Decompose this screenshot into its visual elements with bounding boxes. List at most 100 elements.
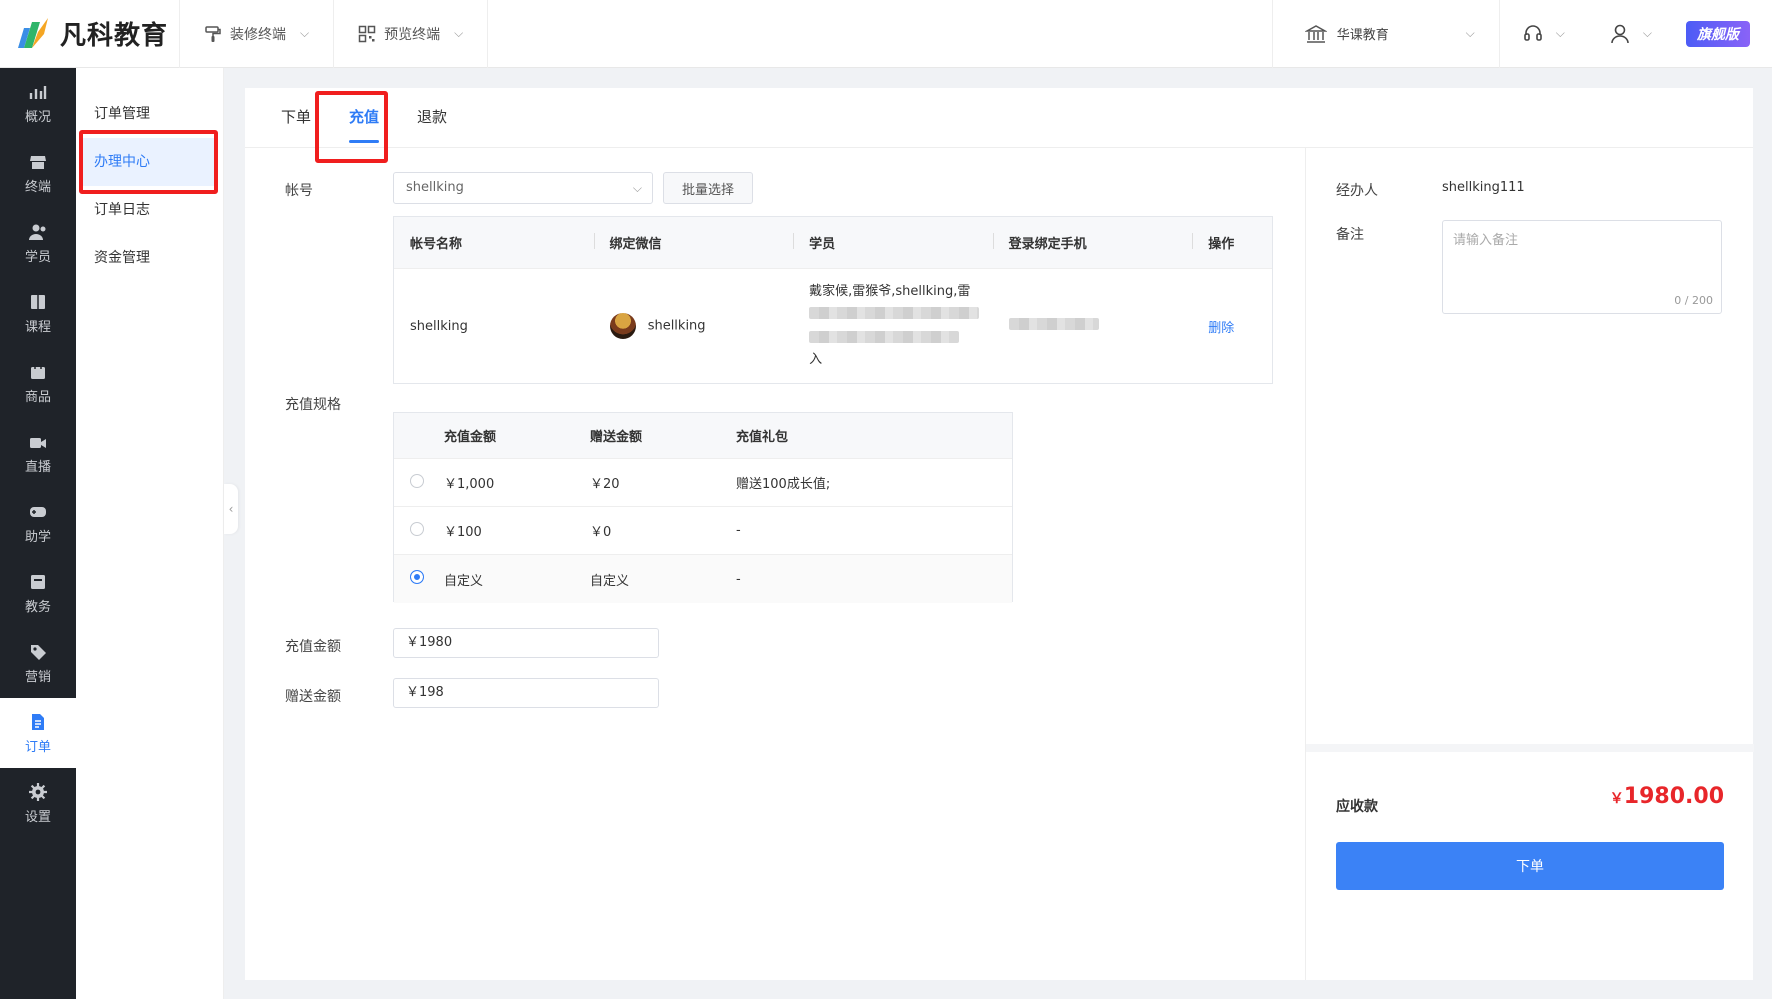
- decorate-terminal-label: 装修终端: [230, 26, 286, 43]
- tab-place-order[interactable]: 下单: [269, 87, 323, 147]
- subnav-item-handling-center[interactable]: 办理中心: [80, 138, 217, 186]
- redacted-blur: [809, 330, 993, 350]
- amount-due-number: 1980.00: [1623, 784, 1724, 809]
- chevron-down-icon: ⌵: [632, 181, 642, 195]
- qrcode-icon: [358, 25, 376, 42]
- nav-label: 终端: [24, 179, 51, 195]
- nav-item-goods[interactable]: 商品: [0, 348, 76, 418]
- nav-item-live[interactable]: 直播: [0, 418, 76, 488]
- amount-cell: ￥100: [444, 525, 482, 540]
- radio-cell: [394, 473, 444, 492]
- recharge-spec-table: 充值金额 赠送金额 充值礼包 ￥1,000 ￥20 赠送100成长值; ￥100…: [393, 412, 1013, 603]
- column-header: 充值金额: [444, 430, 497, 445]
- nav-label: 教务: [24, 599, 51, 615]
- store-icon: [30, 155, 46, 169]
- nav-item-courses[interactable]: 课程: [0, 278, 76, 348]
- amount-cell: ￥1,000: [444, 477, 495, 492]
- nav-label: 订单: [24, 739, 51, 755]
- gift-amount-input[interactable]: ￥198: [393, 678, 659, 708]
- amount-due-label: 应收款: [1336, 799, 1378, 815]
- sub-nav: 订单管理 办理中心 订单日志 资金管理: [76, 68, 224, 999]
- remark-label: 备注: [1336, 227, 1364, 243]
- column-header: 充值礼包: [736, 430, 789, 445]
- chevron-down-icon: ⌵: [1465, 26, 1475, 40]
- preview-terminal-label: 预览终端: [384, 26, 441, 43]
- org-switcher[interactable]: 华课教育 ⌵: [1271, 0, 1500, 68]
- brand-logo[interactable]: 凡科教育: [0, 0, 180, 68]
- batch-select-button[interactable]: 批量选择: [663, 172, 753, 204]
- nav-label: 课程: [24, 319, 51, 335]
- recharge-amount-input[interactable]: ￥1980: [393, 628, 659, 658]
- order-summary-panel: 经办人 shellking111 备注 请输入备注 0 / 200 应收款 ￥1…: [1305, 148, 1754, 980]
- column-header: 操作: [1192, 233, 1272, 252]
- delete-link-label: 删除: [1208, 320, 1235, 336]
- tab-recharge[interactable]: 充值: [337, 87, 391, 147]
- table-header: 充值金额 赠送金额 充值礼包: [394, 413, 1012, 459]
- delete-link[interactable]: 删除: [1192, 317, 1272, 336]
- user-menu-button[interactable]: ⌵: [1587, 0, 1674, 68]
- nav-label: 直播: [24, 459, 51, 475]
- nav-item-terminal[interactable]: 终端: [0, 138, 76, 208]
- remark-textarea[interactable]: 请输入备注 0 / 200: [1442, 220, 1722, 314]
- handler-label: 经办人: [1336, 183, 1378, 199]
- avatar: [609, 313, 636, 339]
- account-table: 帐号名称 绑定微信 学员 登录绑定手机 操作 shellking shellki…: [393, 216, 1273, 384]
- nav-item-marketing[interactable]: 营销: [0, 628, 76, 698]
- document-icon: [32, 713, 44, 730]
- wechat-name: shellking: [647, 318, 706, 334]
- gift-amount-label: 赠送金额: [285, 689, 341, 705]
- main-nav: 概况 终端 学员 课程 商品 直播 助学 教务 营销 订单 设置: [0, 68, 76, 999]
- customer-service-button[interactable]: ⌵: [1500, 0, 1587, 68]
- paint-roller-icon: [205, 25, 221, 42]
- column-header: 登录绑定手机: [992, 233, 1193, 252]
- column-header: 学员: [793, 233, 993, 252]
- chevron-down-icon: ⌵: [454, 26, 464, 40]
- nav-item-academic[interactable]: 教务: [0, 558, 76, 628]
- spec-row-custom[interactable]: 自定义 自定义 -: [394, 555, 1012, 603]
- account-select-value: shellking: [406, 180, 464, 195]
- chevron-down-icon: ⌵: [1642, 26, 1652, 40]
- collapse-sidebar-handle[interactable]: ‹: [224, 484, 238, 534]
- nav-item-students[interactable]: 学员: [0, 208, 76, 278]
- main-panel: 下单 充值 退款 帐号 shellking ⌵ 批量选择 帐号名称 绑定微信 学…: [245, 87, 1754, 980]
- nav-label: 商品: [24, 389, 51, 405]
- students-text: 戴家候,雷猴爷,shellking,雷: [809, 284, 971, 299]
- user-icon: [1611, 24, 1629, 43]
- chevron-down-icon: ⌵: [300, 26, 310, 40]
- nav-label: 助学: [24, 529, 51, 545]
- radio-button[interactable]: [410, 473, 424, 488]
- calendar-icon: [31, 574, 45, 589]
- remark-char-count: 0 / 200: [1674, 294, 1713, 307]
- radio-button[interactable]: [410, 521, 424, 536]
- subnav-item-order-log[interactable]: 订单日志: [76, 186, 223, 234]
- decorate-terminal-menu[interactable]: 装修终端 ⌵: [180, 0, 335, 68]
- book-icon: [31, 294, 45, 309]
- nav-label: 学员: [24, 249, 51, 265]
- account-name-cell: shellking: [410, 318, 468, 334]
- bag-icon: [31, 361, 45, 379]
- order-footer: 应收款 ￥1980.00 下单: [1306, 744, 1754, 980]
- tag-icon: [31, 644, 46, 660]
- nav-item-overview[interactable]: 概况: [0, 68, 76, 138]
- spec-row-1000[interactable]: ￥1,000 ￥20 赠送100成长值;: [394, 459, 1012, 507]
- radio-button-selected[interactable]: [410, 570, 424, 584]
- submit-order-button[interactable]: 下单: [1336, 842, 1724, 890]
- students-text-end: 入: [809, 352, 823, 367]
- spec-row-100[interactable]: ￥100 ￥0 -: [394, 507, 1012, 555]
- students-icon: [29, 224, 46, 240]
- currency-symbol: ￥: [1609, 791, 1624, 807]
- preview-terminal-menu[interactable]: 预览终端 ⌵: [334, 0, 489, 68]
- chevron-left-icon: ‹: [228, 502, 234, 516]
- chevron-down-icon: ⌵: [1555, 26, 1565, 40]
- nav-item-assist[interactable]: 助学: [0, 488, 76, 558]
- subnav-item-fund-management[interactable]: 资金管理: [76, 234, 223, 282]
- radio-cell: [394, 570, 444, 588]
- nav-item-settings[interactable]: 设置: [0, 768, 76, 838]
- nav-label: 营销: [24, 669, 51, 685]
- chart-icon: [29, 85, 47, 99]
- edition-badge[interactable]: 旗舰版: [1686, 20, 1750, 47]
- nav-item-orders[interactable]: 订单: [0, 698, 76, 768]
- subnav-item-order-management[interactable]: 订单管理: [76, 90, 223, 138]
- tab-refund[interactable]: 退款: [405, 87, 459, 147]
- account-select[interactable]: shellking ⌵: [393, 172, 653, 204]
